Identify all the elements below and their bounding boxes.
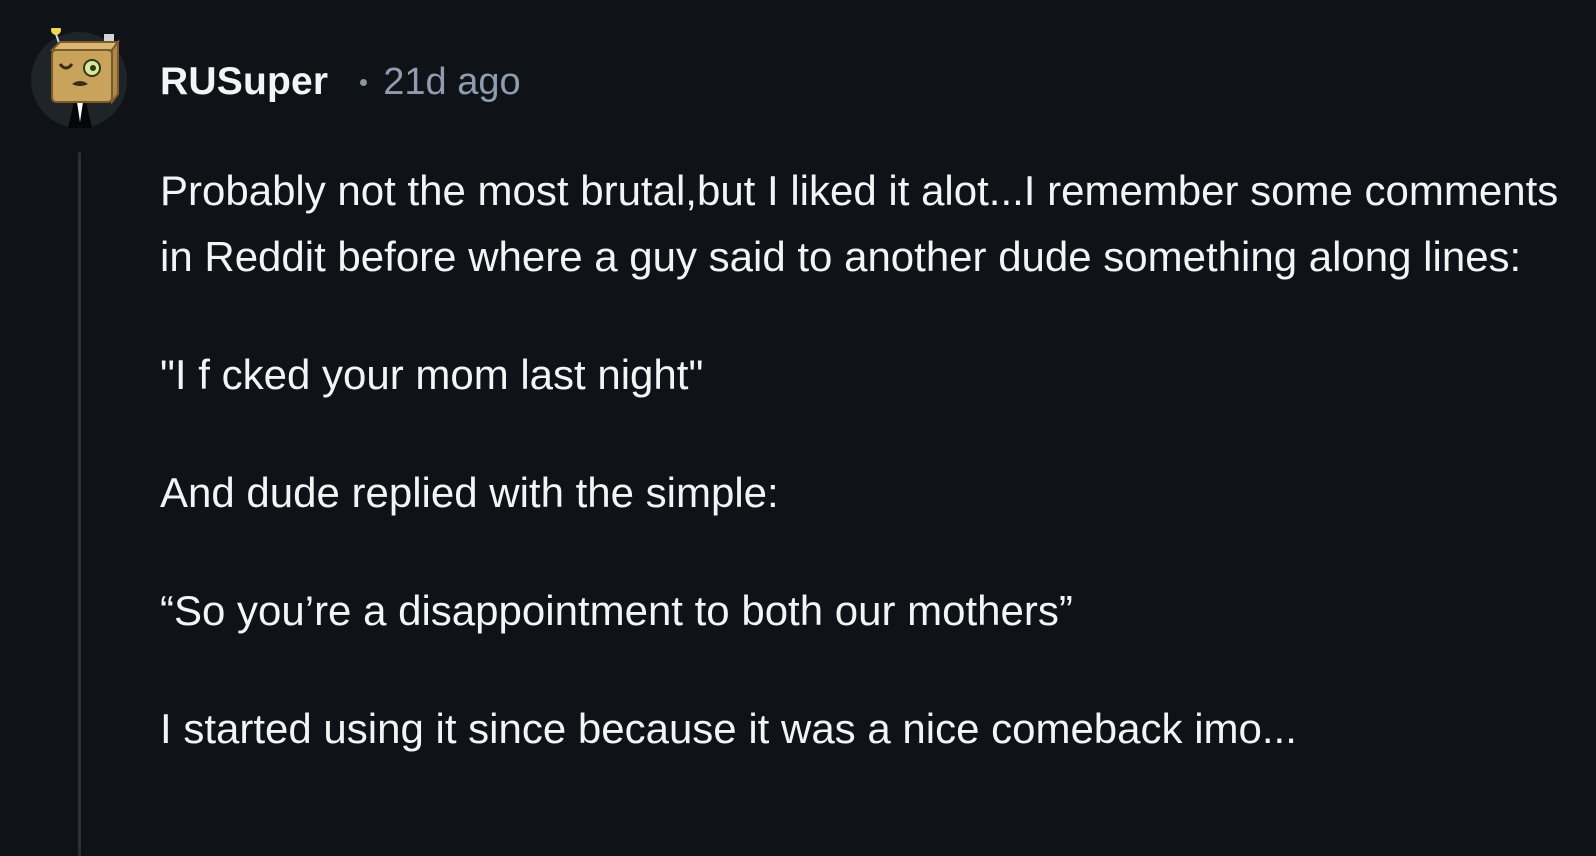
comment-body: Probably not the most brutal,but I liked…: [160, 158, 1560, 762]
comment-meta: RUSuper 21d ago: [160, 58, 521, 106]
comment-paragraph: And dude replied with the simple:: [160, 469, 779, 516]
thread-line[interactable]: [78, 152, 81, 856]
timestamp[interactable]: 21d ago: [383, 61, 520, 104]
comment-paragraph: Probably not the most brutal,but I liked…: [160, 167, 1559, 280]
username-link[interactable]: RUSuper: [160, 60, 328, 104]
dot-separator-icon: [360, 78, 368, 86]
user-avatar-icon[interactable]: [30, 28, 128, 128]
comment: RUSuper 21d ago Probably not the most br…: [0, 0, 1596, 856]
comment-paragraph: I started using it since because it was …: [160, 705, 1297, 752]
comment-paragraph: “So you’re a disappointment to both our …: [160, 587, 1073, 634]
comment-paragraph: "I f cked your mom last night": [160, 351, 704, 398]
